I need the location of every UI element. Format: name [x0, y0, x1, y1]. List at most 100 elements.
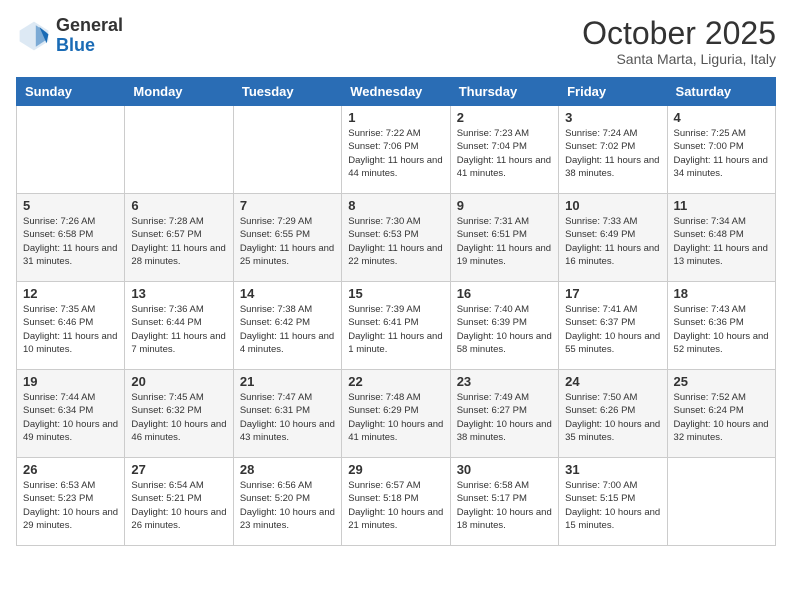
- day-number: 11: [674, 198, 769, 213]
- day-info: Sunrise: 7:43 AM Sunset: 6:36 PM Dayligh…: [674, 303, 769, 356]
- calendar-cell: 4 Sunrise: 7:25 AM Sunset: 7:00 PM Daylig…: [667, 106, 775, 194]
- day-number: 25: [674, 374, 769, 389]
- day-number: 30: [457, 462, 552, 477]
- day-info: Sunrise: 7:45 AM Sunset: 6:32 PM Dayligh…: [131, 391, 226, 444]
- day-info: Sunrise: 7:00 AM Sunset: 5:15 PM Dayligh…: [565, 479, 660, 532]
- calendar-table: SundayMondayTuesdayWednesdayThursdayFrid…: [16, 77, 776, 546]
- calendar-cell: 18 Sunrise: 7:43 AM Sunset: 6:36 PM Dayli…: [667, 282, 775, 370]
- calendar-week-row: 1 Sunrise: 7:22 AM Sunset: 7:06 PM Daylig…: [17, 106, 776, 194]
- logo-text: General Blue: [56, 16, 123, 56]
- calendar-cell: 11 Sunrise: 7:34 AM Sunset: 6:48 PM Dayli…: [667, 194, 775, 282]
- calendar-cell: [17, 106, 125, 194]
- day-info: Sunrise: 7:23 AM Sunset: 7:04 PM Dayligh…: [457, 127, 552, 180]
- calendar-cell: 26Sunrise: 6:53 AM Sunset: 5:23 PM Dayli…: [17, 458, 125, 546]
- day-info: Sunrise: 7:50 AM Sunset: 6:26 PM Dayligh…: [565, 391, 660, 444]
- day-info: Sunrise: 7:40 AM Sunset: 6:39 PM Dayligh…: [457, 303, 552, 356]
- day-info: Sunrise: 7:48 AM Sunset: 6:29 PM Dayligh…: [348, 391, 443, 444]
- calendar-cell: [233, 106, 341, 194]
- location-subtitle: Santa Marta, Liguria, Italy: [582, 51, 776, 67]
- weekday-header-monday: Monday: [125, 78, 233, 106]
- calendar-week-row: 12Sunrise: 7:35 AM Sunset: 6:46 PM Dayli…: [17, 282, 776, 370]
- day-info: Sunrise: 7:34 AM Sunset: 6:48 PM Dayligh…: [674, 215, 769, 268]
- title-block: October 2025 Santa Marta, Liguria, Italy: [582, 16, 776, 67]
- calendar-header-row: SundayMondayTuesdayWednesdayThursdayFrid…: [17, 78, 776, 106]
- day-number: 8: [348, 198, 443, 213]
- day-number: 21: [240, 374, 335, 389]
- calendar-week-row: 5Sunrise: 7:26 AM Sunset: 6:58 PM Daylig…: [17, 194, 776, 282]
- calendar-cell: 1 Sunrise: 7:22 AM Sunset: 7:06 PM Daylig…: [342, 106, 450, 194]
- day-number: 16: [457, 286, 552, 301]
- day-number: 9: [457, 198, 552, 213]
- calendar-cell: 17Sunrise: 7:41 AM Sunset: 6:37 PM Dayli…: [559, 282, 667, 370]
- calendar-cell: 29 Sunrise: 6:57 AM Sunset: 5:18 PM Dayli…: [342, 458, 450, 546]
- calendar-cell: 9 Sunrise: 7:31 AM Sunset: 6:51 PM Daylig…: [450, 194, 558, 282]
- day-number: 22: [348, 374, 443, 389]
- day-number: 23: [457, 374, 552, 389]
- day-number: 29: [348, 462, 443, 477]
- calendar-week-row: 26Sunrise: 6:53 AM Sunset: 5:23 PM Dayli…: [17, 458, 776, 546]
- day-info: Sunrise: 6:54 AM Sunset: 5:21 PM Dayligh…: [131, 479, 226, 532]
- calendar-cell: [125, 106, 233, 194]
- day-number: 2: [457, 110, 552, 125]
- calendar-cell: 13 Sunrise: 7:36 AM Sunset: 6:44 PM Dayli…: [125, 282, 233, 370]
- day-number: 18: [674, 286, 769, 301]
- calendar-cell: 6 Sunrise: 7:28 AM Sunset: 6:57 PM Daylig…: [125, 194, 233, 282]
- day-info: Sunrise: 7:26 AM Sunset: 6:58 PM Dayligh…: [23, 215, 118, 268]
- calendar-cell: 24Sunrise: 7:50 AM Sunset: 6:26 PM Dayli…: [559, 370, 667, 458]
- calendar-cell: 28Sunrise: 6:56 AM Sunset: 5:20 PM Dayli…: [233, 458, 341, 546]
- calendar-cell: 10 Sunrise: 7:33 AM Sunset: 6:49 PM Dayli…: [559, 194, 667, 282]
- logo: General Blue: [16, 16, 123, 56]
- calendar-cell: 31Sunrise: 7:00 AM Sunset: 5:15 PM Dayli…: [559, 458, 667, 546]
- day-info: Sunrise: 7:24 AM Sunset: 7:02 PM Dayligh…: [565, 127, 660, 180]
- day-number: 13: [131, 286, 226, 301]
- weekday-header-sunday: Sunday: [17, 78, 125, 106]
- day-number: 12: [23, 286, 118, 301]
- day-number: 1: [348, 110, 443, 125]
- day-number: 3: [565, 110, 660, 125]
- day-info: Sunrise: 7:28 AM Sunset: 6:57 PM Dayligh…: [131, 215, 226, 268]
- calendar-cell: 3 Sunrise: 7:24 AM Sunset: 7:02 PM Daylig…: [559, 106, 667, 194]
- day-info: Sunrise: 6:56 AM Sunset: 5:20 PM Dayligh…: [240, 479, 335, 532]
- day-info: Sunrise: 7:30 AM Sunset: 6:53 PM Dayligh…: [348, 215, 443, 268]
- day-info: Sunrise: 7:25 AM Sunset: 7:00 PM Dayligh…: [674, 127, 769, 180]
- weekday-header-saturday: Saturday: [667, 78, 775, 106]
- calendar-cell: 16 Sunrise: 7:40 AM Sunset: 6:39 PM Dayli…: [450, 282, 558, 370]
- calendar-cell: [667, 458, 775, 546]
- day-info: Sunrise: 6:57 AM Sunset: 5:18 PM Dayligh…: [348, 479, 443, 532]
- day-number: 19: [23, 374, 118, 389]
- day-info: Sunrise: 7:33 AM Sunset: 6:49 PM Dayligh…: [565, 215, 660, 268]
- logo-general-text: General: [56, 16, 123, 36]
- calendar-cell: 2 Sunrise: 7:23 AM Sunset: 7:04 PM Daylig…: [450, 106, 558, 194]
- day-number: 4: [674, 110, 769, 125]
- calendar-cell: 7Sunrise: 7:29 AM Sunset: 6:55 PM Daylig…: [233, 194, 341, 282]
- calendar-cell: 8 Sunrise: 7:30 AM Sunset: 6:53 PM Daylig…: [342, 194, 450, 282]
- day-info: Sunrise: 7:29 AM Sunset: 6:55 PM Dayligh…: [240, 215, 335, 268]
- day-info: Sunrise: 7:39 AM Sunset: 6:41 PM Dayligh…: [348, 303, 443, 356]
- day-info: Sunrise: 7:22 AM Sunset: 7:06 PM Dayligh…: [348, 127, 443, 180]
- day-number: 26: [23, 462, 118, 477]
- day-number: 10: [565, 198, 660, 213]
- day-info: Sunrise: 7:36 AM Sunset: 6:44 PM Dayligh…: [131, 303, 226, 356]
- calendar-cell: 27Sunrise: 6:54 AM Sunset: 5:21 PM Dayli…: [125, 458, 233, 546]
- calendar-cell: 12Sunrise: 7:35 AM Sunset: 6:46 PM Dayli…: [17, 282, 125, 370]
- day-number: 15: [348, 286, 443, 301]
- weekday-header-thursday: Thursday: [450, 78, 558, 106]
- day-info: Sunrise: 7:52 AM Sunset: 6:24 PM Dayligh…: [674, 391, 769, 444]
- calendar-cell: 15 Sunrise: 7:39 AM Sunset: 6:41 PM Dayli…: [342, 282, 450, 370]
- day-number: 20: [131, 374, 226, 389]
- calendar-cell: 19 Sunrise: 7:44 AM Sunset: 6:34 PM Dayli…: [17, 370, 125, 458]
- day-number: 17: [565, 286, 660, 301]
- calendar-cell: 21Sunrise: 7:47 AM Sunset: 6:31 PM Dayli…: [233, 370, 341, 458]
- calendar-cell: 30Sunrise: 6:58 AM Sunset: 5:17 PM Dayli…: [450, 458, 558, 546]
- day-number: 6: [131, 198, 226, 213]
- day-info: Sunrise: 7:38 AM Sunset: 6:42 PM Dayligh…: [240, 303, 335, 356]
- calendar-cell: 23Sunrise: 7:49 AM Sunset: 6:27 PM Dayli…: [450, 370, 558, 458]
- logo-blue-text: Blue: [56, 36, 123, 56]
- weekday-header-tuesday: Tuesday: [233, 78, 341, 106]
- day-info: Sunrise: 7:44 AM Sunset: 6:34 PM Dayligh…: [23, 391, 118, 444]
- calendar-cell: 25 Sunrise: 7:52 AM Sunset: 6:24 PM Dayli…: [667, 370, 775, 458]
- day-number: 14: [240, 286, 335, 301]
- calendar-cell: 22 Sunrise: 7:48 AM Sunset: 6:29 PM Dayli…: [342, 370, 450, 458]
- calendar-week-row: 19 Sunrise: 7:44 AM Sunset: 6:34 PM Dayli…: [17, 370, 776, 458]
- day-info: Sunrise: 7:31 AM Sunset: 6:51 PM Dayligh…: [457, 215, 552, 268]
